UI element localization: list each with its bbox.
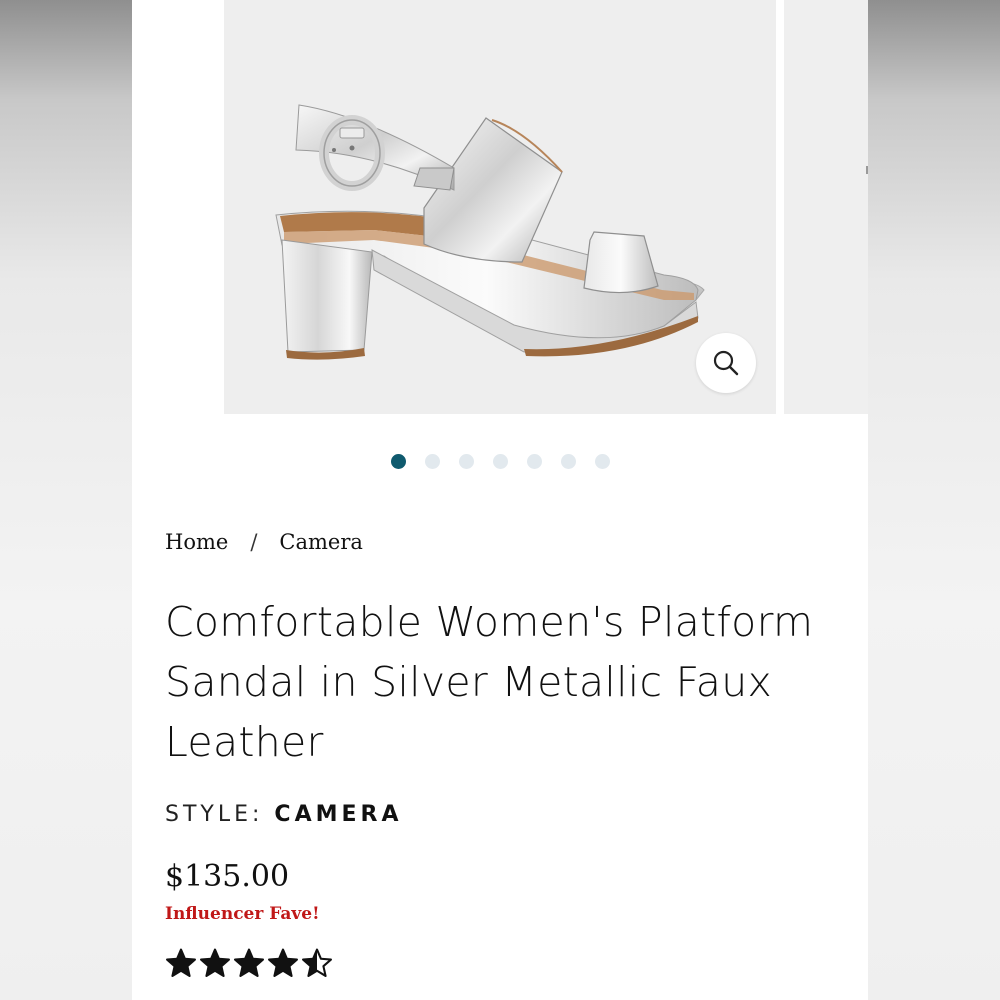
product-image[interactable] (224, 0, 776, 414)
pagination-dot-1[interactable] (390, 453, 406, 469)
pagination-dot-3[interactable] (458, 453, 474, 469)
background-left (0, 0, 132, 1000)
style-value: CAMERA (274, 802, 403, 827)
breadcrumb-separator: / (250, 530, 258, 554)
influencer-badge: Influencer Fave! (165, 904, 320, 924)
pagination-dot-6[interactable] (560, 453, 576, 469)
product-page: Home / Camera Comfortable Women's Platfo… (132, 0, 868, 1000)
zoom-button[interactable] (696, 333, 756, 393)
product-gallery[interactable] (132, 0, 868, 414)
product-title: Comfortable Women's Platform Sandal in S… (165, 598, 814, 766)
breadcrumb: Home / Camera (165, 530, 845, 554)
breadcrumb-home-link[interactable]: Home (165, 530, 228, 554)
breadcrumb-current-link[interactable]: Camera (279, 530, 363, 554)
pagination-dot-7[interactable] (594, 453, 610, 469)
magnifier-icon (713, 350, 739, 376)
star-full-icon (200, 948, 230, 977)
star-full-icon (268, 948, 298, 977)
product-details: Home / Camera Comfortable Women's Platfo… (165, 530, 845, 978)
style-label: STYLE: (165, 802, 264, 827)
next-slide-preview[interactable] (784, 0, 868, 414)
sandal-image (275, 104, 705, 360)
product-price: $135.00 (165, 859, 290, 894)
pagination-dot-4[interactable] (492, 453, 508, 469)
star-full-icon (234, 948, 264, 977)
pagination-dot-5[interactable] (526, 453, 542, 469)
background-right (868, 0, 1000, 1000)
star-full-icon (166, 948, 196, 977)
star-half-icon (302, 948, 332, 977)
next-slide-edge (866, 166, 868, 174)
rating-stars[interactable] (165, 948, 845, 978)
gallery-pagination (132, 452, 868, 470)
style-line: STYLE: CAMERA (165, 802, 845, 827)
pagination-dot-2[interactable] (424, 453, 440, 469)
